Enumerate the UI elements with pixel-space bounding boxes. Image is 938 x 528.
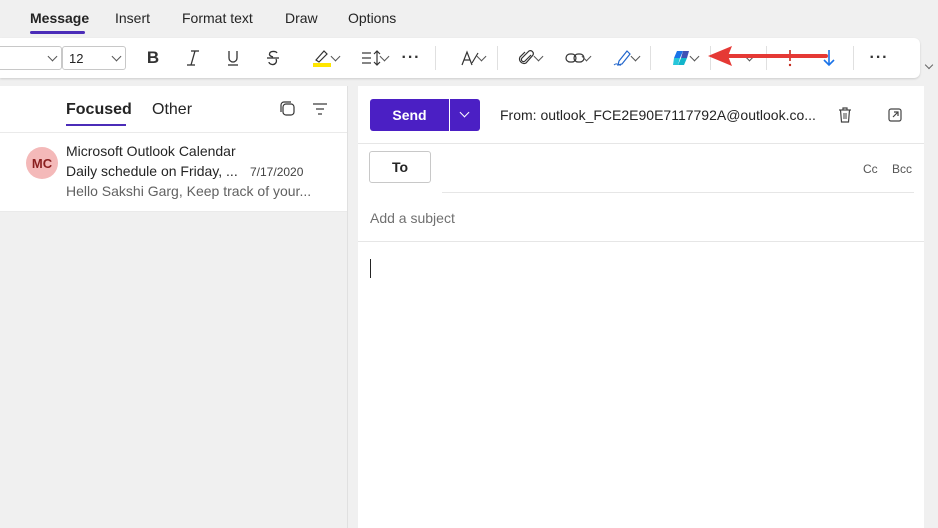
more-icon: ···: [401, 49, 421, 66]
subject-input[interactable]: [370, 210, 910, 226]
divider: [435, 46, 436, 70]
chevron-down-icon: [459, 107, 470, 118]
mail-preview: Hello Sakshi Garg, Keep track of your...: [66, 183, 312, 199]
chevron-down-icon: [330, 51, 341, 62]
mail-list-pane: Focused Other MC Microsoft Outlook Calen…: [0, 86, 348, 528]
tab-focused[interactable]: Focused: [66, 101, 132, 119]
mail-date: 7/17/2020: [250, 165, 304, 179]
pop-out-button[interactable]: [886, 106, 904, 124]
attach-file-button[interactable]: [508, 48, 546, 68]
divider: [358, 241, 924, 242]
divider: [497, 46, 498, 70]
more-options-button[interactable]: ···: [868, 48, 890, 68]
focused-tab-indicator: [66, 124, 126, 126]
styles-icon: [461, 50, 479, 66]
italic-icon: [187, 50, 199, 66]
highlighter-icon: [313, 50, 331, 67]
divider: [650, 46, 651, 70]
mail-sender: Microsoft Outlook Calendar: [66, 143, 236, 159]
strikethrough-button[interactable]: [264, 48, 282, 68]
active-tab-indicator: [30, 31, 85, 34]
line-spacing-button[interactable]: [352, 48, 392, 68]
tab-message[interactable]: Message: [30, 10, 89, 26]
select-mode-button[interactable]: [279, 100, 297, 118]
annotation-arrow-icon: [708, 46, 828, 66]
underline-button[interactable]: [224, 48, 242, 68]
message-body-editor[interactable]: [358, 246, 924, 528]
chevron-down-icon: [47, 51, 58, 62]
bold-button[interactable]: B: [144, 48, 162, 68]
bcc-button[interactable]: Bcc: [892, 162, 912, 176]
ribbon-tabs: Message Insert Format text Draw Options: [0, 0, 938, 38]
font-size-value: 12: [69, 51, 84, 66]
mail-subject: Daily schedule on Friday, ...: [66, 163, 238, 179]
underline-icon: [228, 51, 238, 66]
avatar: MC: [26, 147, 58, 179]
tab-insert[interactable]: Insert: [115, 10, 150, 26]
tab-options[interactable]: Options: [348, 10, 396, 26]
discard-button[interactable]: [836, 106, 854, 124]
divider: [358, 143, 924, 144]
empty-list-area: [0, 212, 347, 528]
strikethrough-icon: [267, 50, 279, 66]
compose-pane: Send From: outlook_FCE2E90E7117792A@outl…: [358, 86, 924, 528]
link-icon: [565, 53, 585, 63]
font-family-select[interactable]: [0, 46, 62, 70]
trash-icon: [839, 107, 851, 123]
styles-button[interactable]: [450, 48, 490, 68]
line-spacing-icon: [362, 50, 381, 66]
signature-pen-icon: [613, 50, 631, 66]
filter-icon: [313, 103, 327, 115]
send-options-button[interactable]: [450, 99, 480, 131]
font-size-select[interactable]: 12: [62, 46, 126, 70]
bold-icon: B: [146, 48, 160, 67]
filter-button[interactable]: [311, 100, 329, 118]
copilot-icon: [673, 51, 689, 65]
tab-draw[interactable]: Draw: [285, 10, 318, 26]
paperclip-icon: [518, 50, 534, 65]
ribbon-expand-chevron-icon[interactable]: [924, 60, 934, 70]
tab-other[interactable]: Other: [152, 101, 192, 119]
more-icon: ···: [869, 49, 889, 66]
tab-format-text[interactable]: Format text: [182, 10, 253, 26]
send-button[interactable]: Send: [370, 99, 449, 131]
to-field-underline: [442, 192, 914, 193]
highlight-button[interactable]: [302, 48, 342, 68]
signature-button[interactable]: [604, 48, 642, 68]
copilot-button[interactable]: [662, 48, 702, 68]
more-formatting-button[interactable]: ···: [400, 48, 422, 68]
italic-button[interactable]: [184, 48, 202, 68]
cc-button[interactable]: Cc: [863, 162, 878, 176]
insert-link-button[interactable]: [556, 48, 594, 68]
to-button[interactable]: To: [369, 151, 431, 183]
divider: [853, 46, 854, 70]
from-address[interactable]: From: outlook_FCE2E90E7117792A@outlook.c…: [500, 107, 816, 123]
select-all-icon: [280, 101, 295, 116]
list-item[interactable]: MC Microsoft Outlook Calendar Daily sche…: [0, 132, 347, 212]
chevron-down-icon: [111, 51, 122, 62]
pop-out-icon: [888, 108, 902, 122]
